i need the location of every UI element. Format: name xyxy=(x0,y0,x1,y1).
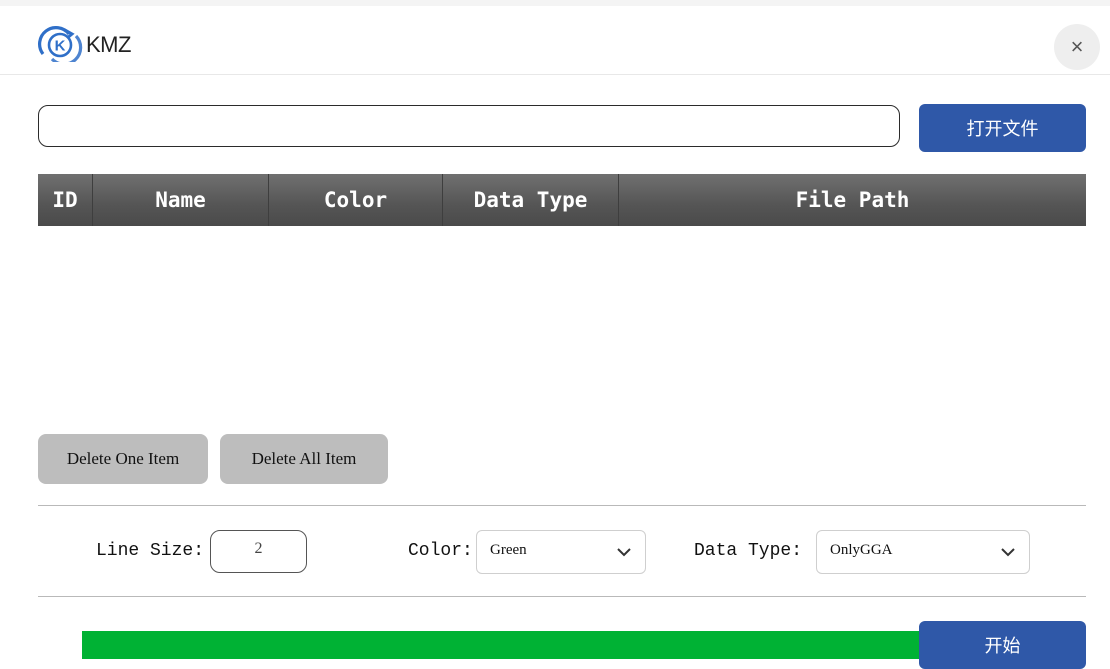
color-select-value: Green xyxy=(490,542,527,558)
color-select[interactable]: Green xyxy=(476,530,646,574)
progress-bar xyxy=(82,631,922,659)
line-size-input[interactable]: 2 xyxy=(210,530,307,573)
column-header-id[interactable]: ID xyxy=(38,174,93,226)
close-button[interactable]: × xyxy=(1054,24,1100,70)
chevron-down-icon xyxy=(1001,548,1015,557)
progress-fill xyxy=(82,631,922,659)
start-button[interactable]: 开始 xyxy=(919,621,1086,669)
divider xyxy=(38,596,1086,597)
divider xyxy=(38,505,1086,506)
app-logo-icon: K xyxy=(38,26,83,62)
column-header-file-path[interactable]: File Path xyxy=(619,174,1086,226)
table-header: ID Name Color Data Type File Path xyxy=(38,174,1086,226)
column-header-data-type[interactable]: Data Type xyxy=(443,174,619,226)
open-file-button[interactable]: 打开文件 xyxy=(919,104,1086,152)
color-label: Color: xyxy=(408,541,473,561)
data-type-select[interactable]: OnlyGGA xyxy=(816,530,1030,574)
window-title: KMZ xyxy=(86,32,131,57)
file-path-input[interactable] xyxy=(38,105,900,147)
data-type-select-value: OnlyGGA xyxy=(830,542,893,558)
title-bar: K KMZ × xyxy=(0,6,1110,75)
file-table-body[interactable] xyxy=(38,226,1086,426)
chevron-down-icon xyxy=(617,548,631,557)
column-header-name[interactable]: Name xyxy=(93,174,269,226)
close-icon: × xyxy=(1070,34,1084,59)
logo-letter: K xyxy=(55,38,66,55)
delete-all-item-button[interactable]: Delete All Item xyxy=(220,434,388,484)
column-header-color[interactable]: Color xyxy=(269,174,443,226)
delete-one-item-button[interactable]: Delete One Item xyxy=(38,434,208,484)
line-size-label: Line Size: xyxy=(96,541,205,561)
data-type-label: Data Type: xyxy=(694,541,803,561)
